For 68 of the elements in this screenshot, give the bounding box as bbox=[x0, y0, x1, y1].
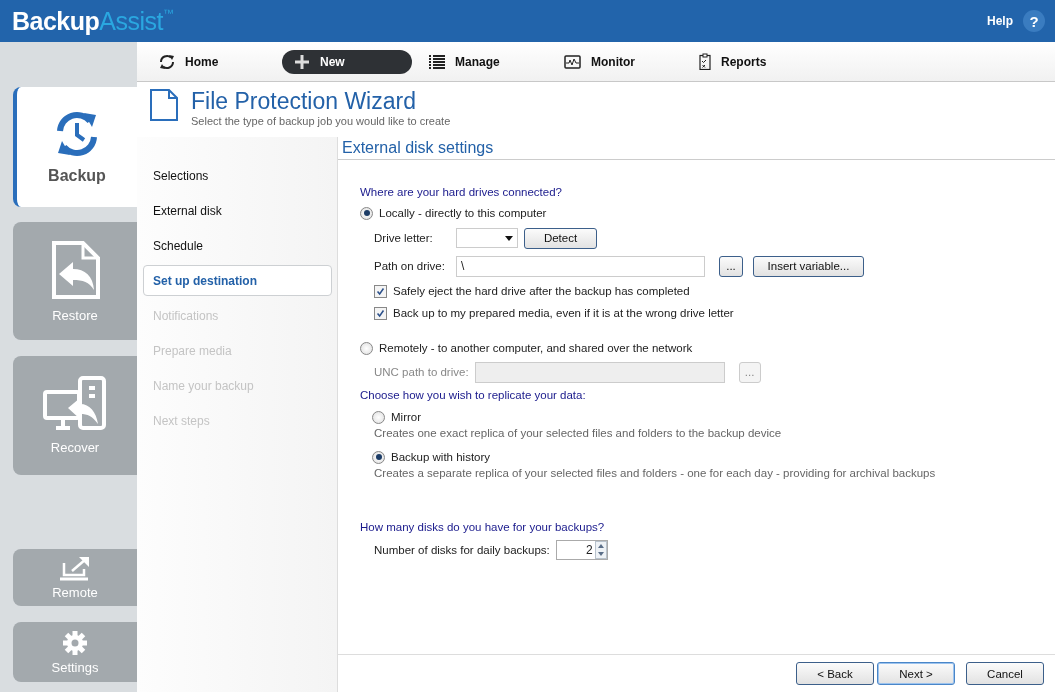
gear-icon bbox=[62, 629, 88, 656]
radio-label: Mirror bbox=[391, 411, 422, 423]
field-label: Path on drive: bbox=[374, 260, 446, 272]
footer-button[interactable]: Next > bbox=[877, 662, 955, 685]
nav-tab[interactable]: Monitor bbox=[552, 49, 682, 74]
radio-button[interactable] bbox=[372, 410, 385, 424]
nav-tab[interactable]: Home bbox=[147, 49, 277, 74]
wizard-step[interactable]: Set up destination bbox=[143, 265, 332, 296]
radio-label: Remotely - to another computer, and shared over the network bbox=[379, 342, 693, 354]
document-arrow-icon bbox=[49, 239, 101, 300]
caret-icon bbox=[505, 235, 513, 241]
checkbox[interactable] bbox=[374, 306, 387, 320]
field-label: Number of disks for daily backups: bbox=[374, 544, 550, 556]
sidebar-tab-label: Settings bbox=[51, 659, 99, 675]
checkbox[interactable] bbox=[374, 284, 387, 298]
plus-icon bbox=[294, 53, 310, 70]
nav-tab-label: Monitor bbox=[591, 54, 635, 69]
sidebar-tab-label: Restore bbox=[52, 307, 98, 323]
question-text: Where are your hard drives connected? bbox=[360, 185, 563, 200]
path-field[interactable]: \ bbox=[456, 255, 705, 277]
help-button[interactable]: ? bbox=[1023, 10, 1045, 32]
circular-arrows-icon bbox=[159, 53, 175, 70]
nav-tab-label: Reports bbox=[721, 54, 767, 69]
sidebar-tab-label: Recover bbox=[50, 440, 100, 455]
footer-button[interactable]: Cancel bbox=[966, 662, 1044, 685]
option-description: Creates one exact replica of your selected files and folders to the backup device bbox=[373, 427, 783, 441]
disk-count-spinner[interactable]: 2 bbox=[555, 540, 608, 560]
nav-tab-label: Home bbox=[185, 54, 219, 69]
insert-variable-button[interactable]: Insert variable... bbox=[753, 255, 864, 277]
computer-server-arrow-icon bbox=[42, 376, 108, 432]
radio-button[interactable] bbox=[360, 206, 373, 220]
sidebar-tab-label: Remote bbox=[52, 585, 98, 600]
radio-button[interactable] bbox=[372, 450, 385, 464]
option-description: Creates a separate replica of your selected files and folders - one for each day - providing for archival backups bbox=[373, 467, 937, 481]
wizard-step[interactable]: Selections bbox=[143, 160, 332, 191]
nav-tab[interactable]: Manage bbox=[417, 49, 547, 74]
document-icon bbox=[149, 88, 179, 122]
list-icon bbox=[429, 54, 445, 69]
checkbox-label: Back up to my prepared media, even if it is at the wrong drive letter bbox=[393, 307, 734, 319]
radio-label: Backup with history bbox=[391, 451, 491, 463]
unc-path-field[interactable] bbox=[474, 361, 725, 383]
field-label: UNC path to drive: bbox=[374, 366, 469, 378]
nav-tab-label: New bbox=[320, 54, 345, 69]
nav-tab-label: Manage bbox=[455, 54, 500, 69]
pulse-monitor-icon bbox=[564, 54, 581, 69]
nav-tab[interactable]: New bbox=[282, 49, 412, 74]
sidebar-tab[interactable]: Backup bbox=[13, 87, 137, 207]
wizard-subtitle: Select the type of backup job you would like to create bbox=[191, 115, 451, 127]
radio-button[interactable] bbox=[360, 341, 373, 355]
help-link[interactable]: Help bbox=[987, 14, 1013, 28]
radio-label: Locally - directly to this computer bbox=[379, 207, 547, 219]
wizard-title: File Protection Wizard bbox=[191, 88, 417, 114]
browse-button[interactable]: ... bbox=[719, 255, 743, 277]
question-text: Choose how you wish to replicate your data: bbox=[360, 388, 587, 403]
clipboard-icon bbox=[699, 53, 711, 70]
app-logo: BackupAssist™ bbox=[12, 6, 174, 36]
wizard-step[interactable]: Schedule bbox=[143, 230, 332, 261]
footer-button[interactable]: < Back bbox=[796, 662, 874, 685]
section-heading: External disk settings bbox=[338, 137, 1055, 160]
wizard-step[interactable]: External disk bbox=[143, 195, 332, 226]
up-down-arrows-icon bbox=[594, 541, 607, 559]
field-label: Drive letter: bbox=[374, 232, 434, 244]
question-text: How many disks do you have for your backups? bbox=[360, 520, 606, 535]
laptop-arrow-icon bbox=[58, 555, 92, 583]
checkbox-label: Safely eject the hard drive after the backup has completed bbox=[393, 285, 690, 297]
nav-tab[interactable]: Reports bbox=[687, 49, 817, 74]
sidebar-tab-label: Backup bbox=[48, 167, 106, 185]
detect-button[interactable]: Detect bbox=[524, 227, 597, 249]
